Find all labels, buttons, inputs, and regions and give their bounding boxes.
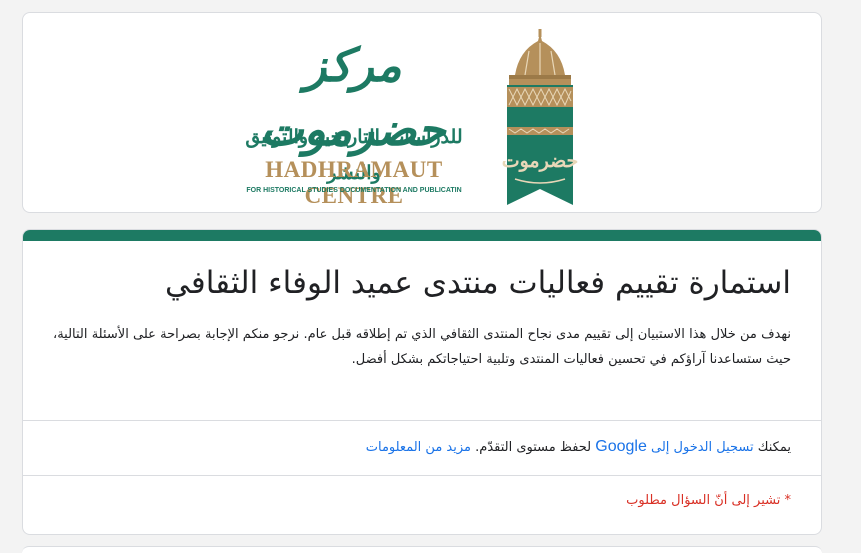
form-accent-bar <box>23 230 821 241</box>
logo-english-subtitle: FOR HISTORICAL STUDIES DOCUMENTATION AND… <box>246 187 462 194</box>
form-title: استمارة تقييم فعاليات منتدى عميد الوفاء … <box>165 265 791 301</box>
google-label: Google <box>595 438 647 455</box>
divider <box>23 475 821 476</box>
learn-more-link[interactable]: مزيد من المعلومات <box>366 440 471 455</box>
logo-english-name: HADHRAMAUT CENTRE <box>265 157 443 208</box>
divider <box>23 420 821 421</box>
form-description: نهدف من خلال هذا الاستبيان إلى تقييم مدى… <box>53 327 791 367</box>
header-card: مركز حضرموت للدراسات التاريخية والتوثيق … <box>22 12 822 213</box>
tower-emblem-icon: حضرموت <box>502 29 579 205</box>
signin-prefix: يمكنك <box>757 440 791 455</box>
signin-link[interactable]: تسجيل الدخول إلى Google <box>595 438 754 455</box>
signin-middle: لحفظ مستوى التقدّم. <box>475 440 592 455</box>
signin-link-text: تسجيل الدخول إلى <box>651 440 754 455</box>
hadhramaut-centre-logo: مركز حضرموت للدراسات التاريخية والتوثيق … <box>219 21 579 208</box>
required-questions-note: * تشير إلى أنّ السؤال مطلوب <box>626 493 791 508</box>
signin-prompt: يمكنك تسجيل الدخول إلى Google لحفظ مستوى… <box>53 434 791 461</box>
emblem-calligraphy: حضرموت <box>502 150 579 172</box>
form-header-card: استمارة تقييم فعاليات منتدى عميد الوفاء … <box>22 229 822 535</box>
